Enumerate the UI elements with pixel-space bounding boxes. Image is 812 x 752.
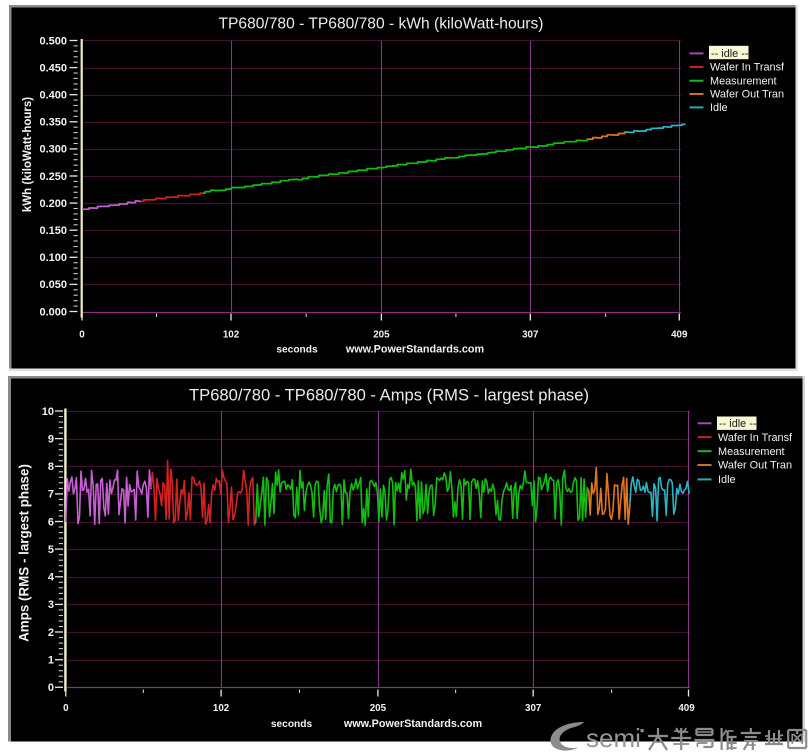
svg-text:Idle: Idle [718,474,736,486]
svg-text:0.200: 0.200 [39,198,67,210]
svg-text:6: 6 [48,516,54,528]
svg-text:Wafer In Transf: Wafer In Transf [710,62,785,74]
svg-text:0.050: 0.050 [39,279,67,291]
svg-text:-- idle --: -- idle -- [719,418,757,430]
svg-text:Measurement: Measurement [718,446,785,458]
svg-text:409: 409 [671,330,688,341]
svg-text:semi: semi [586,723,641,752]
svg-text:0.400: 0.400 [39,90,67,102]
svg-text:102: 102 [213,703,230,714]
svg-text:TP680/780 - TP680/780 - kWh (k: TP680/780 - TP680/780 - kWh (kiloWatt-ho… [218,16,543,33]
svg-text:seconds: seconds [271,719,313,730]
svg-text:409: 409 [678,703,695,714]
svg-text:0.350: 0.350 [39,117,67,129]
svg-text:0: 0 [63,703,69,714]
svg-text:4: 4 [48,572,55,584]
svg-text:0.000: 0.000 [39,306,67,318]
svg-text:Wafer Out Tran: Wafer Out Tran [718,460,792,472]
svg-text:7: 7 [48,489,54,501]
svg-text:9: 9 [48,433,54,445]
svg-text:www.PowerStandards.com: www.PowerStandards.com [345,344,484,356]
svg-text:0.100: 0.100 [39,252,67,264]
svg-text:Amps (RMS - largest phase): Amps (RMS - largest phase) [17,464,32,642]
svg-text:www.PowerStandards.com: www.PowerStandards.com [343,718,482,730]
svg-text:TP680/780 - TP680/780 - Amps (: TP680/780 - TP680/780 - Amps (RMS - larg… [189,386,589,405]
svg-text:0.150: 0.150 [39,225,67,237]
svg-text:102: 102 [223,330,240,341]
svg-text:seconds: seconds [276,345,318,356]
svg-text:0: 0 [48,682,54,694]
svg-text:Wafer Out Tran: Wafer Out Tran [710,89,784,101]
svg-text:0.300: 0.300 [39,144,67,156]
svg-text:0.250: 0.250 [39,171,67,183]
svg-text:1: 1 [48,655,54,667]
svg-text:5: 5 [48,544,54,556]
svg-text:307: 307 [522,330,539,341]
svg-text:307: 307 [525,703,542,714]
svg-text:8: 8 [48,461,54,473]
svg-text:Measurement: Measurement [710,75,777,87]
svg-text:Wafer In Transf: Wafer In Transf [718,432,793,444]
svg-text:Idle: Idle [710,102,728,114]
svg-text:2: 2 [48,627,54,639]
svg-text:205: 205 [373,330,390,341]
svg-text:3: 3 [48,599,54,611]
svg-text:0.500: 0.500 [39,35,67,47]
svg-text:0: 0 [79,330,85,341]
svg-text:kWh (kiloWatt-hours): kWh (kiloWatt-hours) [22,97,34,212]
svg-text:205: 205 [370,703,387,714]
svg-text:-- idle --: -- idle -- [711,48,749,60]
svg-text:0.450: 0.450 [39,62,67,74]
svg-text:10: 10 [42,406,54,418]
